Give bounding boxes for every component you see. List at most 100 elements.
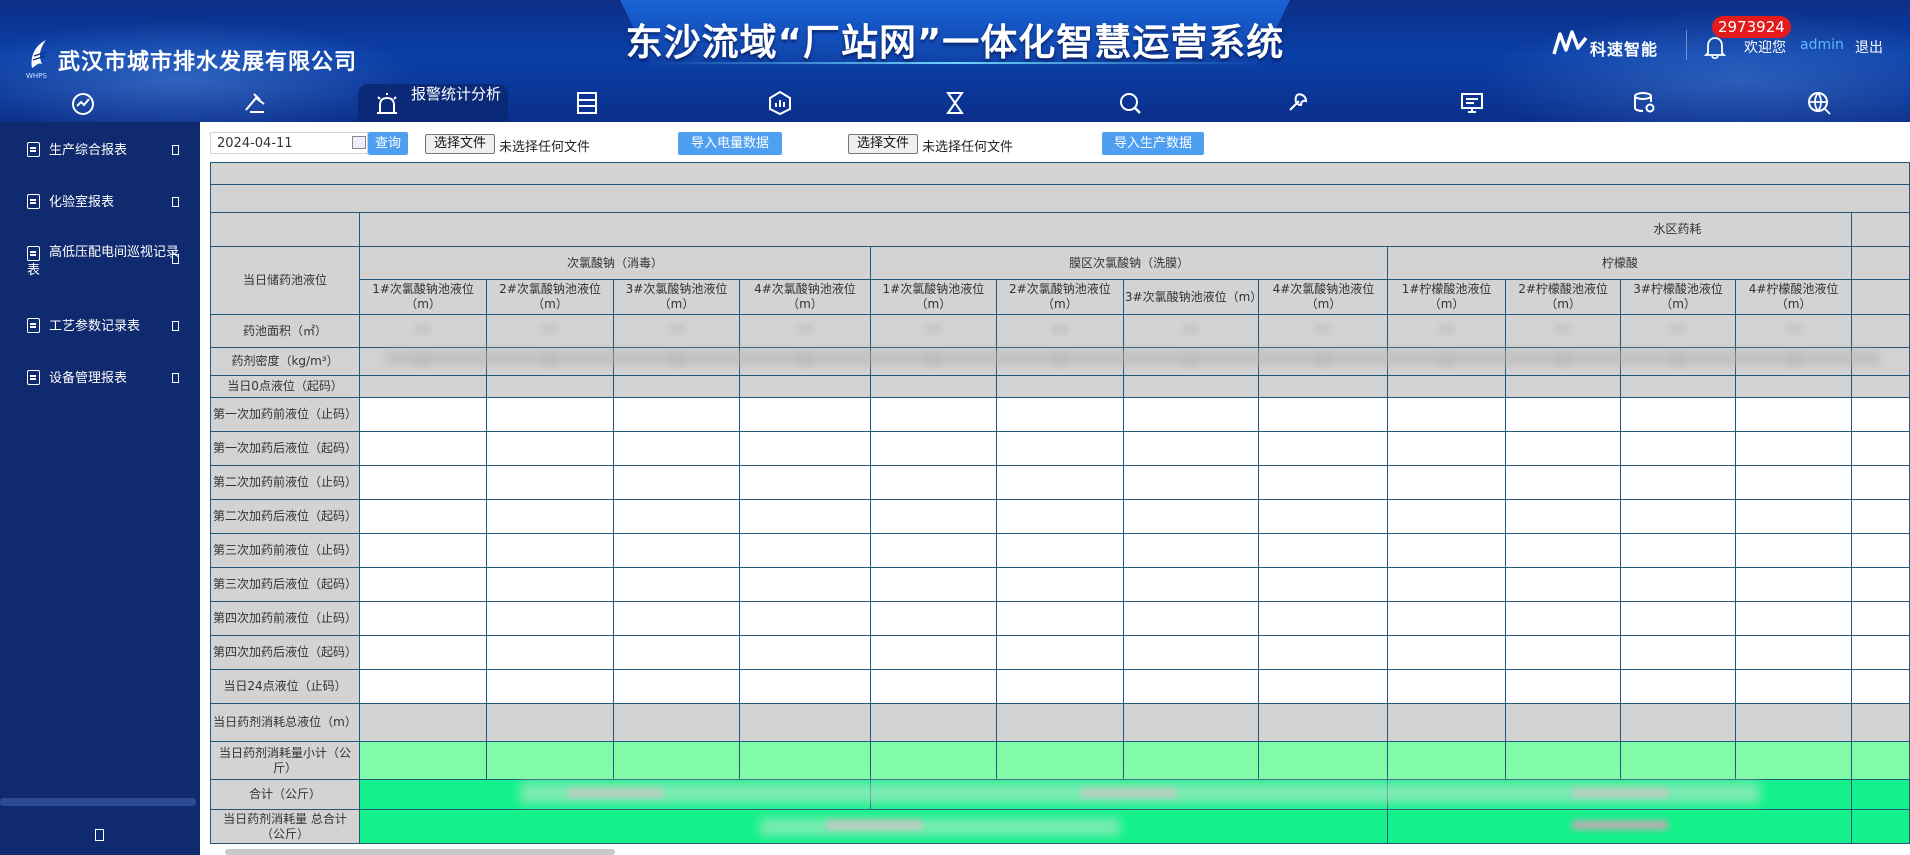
- data-cell[interactable]: [486, 635, 615, 670]
- data-cell[interactable]: [1122, 431, 1260, 466]
- data-cell[interactable]: [613, 465, 741, 500]
- data-cell[interactable]: [1620, 635, 1736, 670]
- nav-report-chart[interactable]: [758, 84, 802, 122]
- data-cell[interactable]: [1620, 533, 1736, 568]
- data-cell[interactable]: [1387, 533, 1506, 568]
- data-cell[interactable]: [613, 669, 741, 704]
- data-cell[interactable]: [613, 314, 741, 348]
- data-cell[interactable]: [1851, 375, 1910, 398]
- data-cell[interactable]: [1258, 635, 1389, 670]
- data-cell[interactable]: [995, 314, 1124, 348]
- data-cell[interactable]: [869, 703, 997, 742]
- data-cell[interactable]: [1122, 635, 1260, 670]
- data-cell[interactable]: [359, 431, 488, 466]
- data-cell[interactable]: [869, 741, 997, 780]
- data-cell[interactable]: [1504, 375, 1622, 398]
- calendar-icon[interactable]: [352, 136, 366, 149]
- data-cell[interactable]: [1258, 533, 1389, 568]
- data-cell[interactable]: [359, 567, 488, 602]
- grand-total-cell[interactable]: [1387, 809, 1853, 844]
- data-cell[interactable]: [869, 601, 997, 636]
- data-cell[interactable]: [1734, 601, 1853, 636]
- data-cell[interactable]: [739, 375, 871, 398]
- data-cell[interactable]: [1387, 314, 1506, 348]
- data-cell[interactable]: [869, 397, 997, 432]
- nav-database-search[interactable]: [1623, 84, 1667, 122]
- data-cell[interactable]: [1504, 601, 1622, 636]
- data-cell[interactable]: [1122, 741, 1260, 780]
- data-cell[interactable]: [869, 499, 997, 534]
- data-cell[interactable]: [1258, 567, 1389, 602]
- import-power-button[interactable]: 导入电量数据: [678, 132, 782, 155]
- data-cell[interactable]: [1122, 465, 1260, 500]
- data-cell[interactable]: [1504, 703, 1622, 742]
- data-cell[interactable]: [1734, 635, 1853, 670]
- data-cell[interactable]: [1851, 741, 1910, 780]
- nav-alarm-statistics[interactable]: 报警统计分析: [358, 84, 508, 122]
- user-link[interactable]: admin: [1800, 37, 1844, 53]
- data-cell[interactable]: [1851, 779, 1910, 810]
- data-cell[interactable]: [359, 397, 488, 432]
- data-cell[interactable]: [739, 314, 871, 348]
- data-cell[interactable]: [359, 635, 488, 670]
- data-cell[interactable]: [613, 499, 741, 534]
- nav-monitor[interactable]: [1450, 84, 1494, 122]
- data-cell[interactable]: [739, 601, 871, 636]
- nav-pipeline[interactable]: [233, 84, 277, 122]
- data-cell[interactable]: [1387, 635, 1506, 670]
- sidebar-scrollbar[interactable]: [0, 798, 196, 806]
- data-cell[interactable]: [359, 375, 488, 398]
- data-cell[interactable]: [1504, 635, 1622, 670]
- data-cell[interactable]: [1734, 397, 1853, 432]
- data-cell[interactable]: [1258, 431, 1389, 466]
- data-cell[interactable]: [1851, 601, 1910, 636]
- data-cell[interactable]: [739, 499, 871, 534]
- data-cell[interactable]: [1258, 314, 1389, 348]
- data-cell[interactable]: [995, 499, 1124, 534]
- data-cell[interactable]: [486, 741, 615, 780]
- data-cell[interactable]: [1258, 397, 1389, 432]
- data-cell[interactable]: [359, 314, 488, 348]
- data-cell[interactable]: [486, 567, 615, 602]
- data-cell[interactable]: [1620, 314, 1736, 348]
- sidebar-item-production-report[interactable]: 生产综合报表: [0, 130, 200, 170]
- data-cell[interactable]: [486, 703, 615, 742]
- data-cell[interactable]: [995, 567, 1124, 602]
- data-cell[interactable]: [1504, 669, 1622, 704]
- data-cell[interactable]: [1387, 499, 1506, 534]
- data-cell[interactable]: [613, 703, 741, 742]
- data-cell[interactable]: [869, 669, 997, 704]
- data-cell[interactable]: [1620, 431, 1736, 466]
- data-cell[interactable]: [1258, 499, 1389, 534]
- data-cell[interactable]: [1258, 375, 1389, 398]
- data-cell[interactable]: [1504, 465, 1622, 500]
- data-cell[interactable]: [1122, 601, 1260, 636]
- data-cell[interactable]: [1851, 567, 1910, 602]
- data-cell[interactable]: [739, 533, 871, 568]
- data-cell[interactable]: [869, 567, 997, 602]
- data-cell[interactable]: [486, 533, 615, 568]
- data-cell[interactable]: [1734, 431, 1853, 466]
- sidebar-item-power-room-inspection[interactable]: 高低压配电间巡视记录表: [0, 234, 200, 284]
- data-cell[interactable]: [1734, 703, 1853, 742]
- data-cell[interactable]: [869, 465, 997, 500]
- sidebar-item-process-params[interactable]: 工艺参数记录表: [0, 306, 200, 346]
- data-cell[interactable]: [1620, 499, 1736, 534]
- data-cell[interactable]: [1387, 465, 1506, 500]
- data-cell[interactable]: [1387, 567, 1506, 602]
- data-cell[interactable]: [1620, 601, 1736, 636]
- data-cell[interactable]: [486, 397, 615, 432]
- data-cell[interactable]: [995, 741, 1124, 780]
- data-cell[interactable]: [1504, 741, 1622, 780]
- data-cell[interactable]: [1122, 533, 1260, 568]
- data-cell[interactable]: [359, 533, 488, 568]
- data-cell[interactable]: [486, 669, 615, 704]
- data-cell[interactable]: [1851, 809, 1910, 844]
- data-cell[interactable]: [995, 431, 1124, 466]
- data-cell[interactable]: [1387, 703, 1506, 742]
- data-cell[interactable]: [1851, 703, 1910, 742]
- data-cell[interactable]: [1504, 567, 1622, 602]
- nav-search-settings[interactable]: [1108, 84, 1152, 122]
- data-cell[interactable]: [359, 465, 488, 500]
- data-cell[interactable]: [613, 431, 741, 466]
